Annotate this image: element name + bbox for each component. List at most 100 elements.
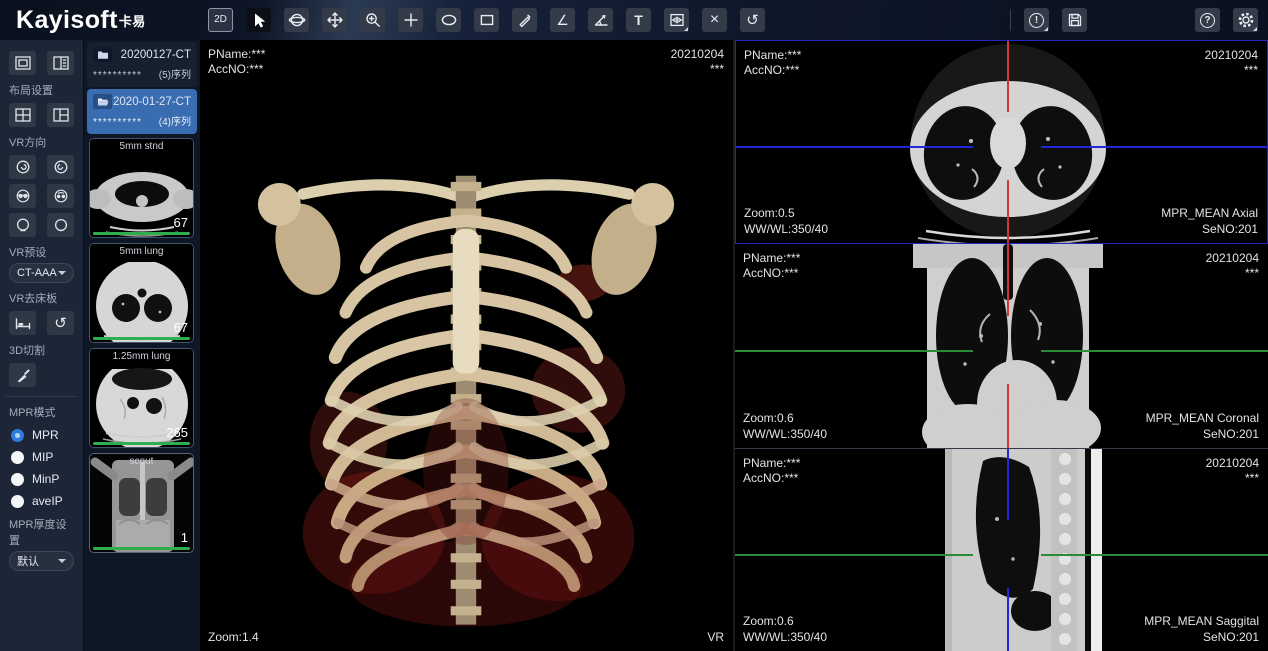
layout-report-icon — [52, 55, 70, 71]
rotate-3d-tool-button[interactable] — [284, 8, 309, 32]
mpr-mode-option-mip[interactable]: MIP — [11, 450, 74, 464]
vr-viewport[interactable]: PName:*** AccNO:*** 20210204 *** Zoom:1.… — [200, 40, 733, 651]
vr-bed-label: VR去床板 — [9, 290, 74, 306]
cobb-angle-tool-button[interactable] — [588, 8, 613, 32]
overlay-patient-name: PName:*** — [743, 251, 800, 266]
overlay-window-level: WW/WL:350/40 — [743, 630, 827, 645]
study-item-selected[interactable]: 2020-01-27-CT ********** (4)序列 — [87, 89, 197, 134]
angle-icon: ∠ — [556, 13, 569, 27]
bed-icon — [14, 315, 32, 332]
mpr-mode-option-minp[interactable]: MinP — [11, 472, 74, 486]
remove-bed-button[interactable] — [9, 311, 36, 335]
crosshair-v-line[interactable] — [1007, 384, 1009, 448]
crosshair-h-line[interactable] — [1041, 350, 1268, 352]
angle-tool-button[interactable]: ∠ — [550, 8, 575, 32]
mpr-mode-option-mpr[interactable]: MPR — [11, 428, 74, 442]
rectangle-tool-icon — [478, 11, 496, 29]
vr-direction-label: VR方向 — [9, 134, 74, 150]
pan-tool-button[interactable] — [322, 8, 347, 32]
chevron-down-icon — [58, 271, 66, 275]
series-panel: 20200127-CT ********** (5)序列 2020-01-27-… — [83, 40, 200, 651]
overlay-zoom: Zoom:0.6 — [743, 411, 794, 426]
scalpel-button[interactable] — [9, 363, 36, 387]
layout-split-button[interactable] — [47, 103, 74, 127]
mpr-coronal-viewport[interactable]: PName:*** AccNO:*** 20210204 *** Zoom:0.… — [735, 244, 1268, 449]
crosshair-v-line[interactable] — [1007, 180, 1009, 243]
series-info-button[interactable]: ! — [1024, 8, 1049, 32]
overlay-study-date: 20210204 — [1205, 48, 1258, 63]
layout-report-button[interactable] — [47, 51, 74, 75]
study-item[interactable]: 20200127-CT ********** (5)序列 — [87, 42, 197, 87]
crosshair-v-line[interactable] — [1007, 41, 1009, 112]
mpr-sagittal-viewport[interactable]: PName:*** AccNO:*** 20210204 *** Zoom:0.… — [735, 449, 1268, 651]
layout-single-icon — [14, 55, 32, 71]
layout-single-button[interactable] — [9, 51, 36, 75]
crosshair-h-line[interactable] — [735, 554, 973, 556]
series-thumbnail-5mm-lung[interactable]: 5mm lung 67 — [89, 243, 194, 343]
study-patient-masked: ********** — [93, 70, 142, 81]
thumbnail-label: 5mm lung — [90, 246, 193, 257]
crosshair-v-line[interactable] — [1007, 588, 1009, 651]
mpr-thickness-select[interactable]: 默认 — [9, 551, 74, 571]
vr-head-right-button[interactable] — [47, 155, 74, 179]
radio-icon — [11, 451, 24, 464]
gear-icon — [1237, 11, 1255, 29]
crosshair-h-line[interactable] — [1041, 146, 1267, 148]
head-back-icon — [52, 188, 70, 205]
radio-label: aveIP — [32, 494, 63, 508]
series-thumbnail-125mm-lung[interactable]: 1.25mm lung 265 — [89, 348, 194, 448]
measure-line-tool-button[interactable] — [512, 8, 537, 32]
save-icon — [1066, 11, 1084, 29]
overlay-masked: *** — [1245, 471, 1259, 486]
delete-annotation-button[interactable]: × — [702, 8, 727, 32]
mpr-axial-viewport[interactable]: PName:*** AccNO:*** 20210204 *** Zoom:0.… — [735, 40, 1268, 244]
help-button[interactable]: ? — [1195, 8, 1220, 32]
vr-head-bottom-button[interactable] — [47, 213, 74, 237]
info-icon: ! — [1029, 13, 1044, 28]
overlay-series-number: SeNO:201 — [1203, 630, 1259, 645]
crosshair-v-line[interactable] — [1007, 449, 1009, 520]
bed-reset-button[interactable]: ↺ — [47, 311, 74, 335]
vr-head-back-button[interactable] — [47, 184, 74, 208]
folder-open-icon — [93, 94, 112, 109]
radio-label: MPR — [32, 428, 59, 442]
thumbnail-progress-bar — [93, 337, 190, 340]
window-level-tool-button[interactable] — [664, 8, 689, 32]
vr-preset-label: VR预设 — [9, 244, 74, 260]
crosshair-h-line[interactable] — [736, 146, 973, 148]
overlay-masked: *** — [710, 62, 724, 77]
zoom-tool-button[interactable] — [360, 8, 385, 32]
cobb-angle-icon — [592, 11, 610, 29]
thumbnail-image — [90, 454, 194, 553]
reset-icon: ↺ — [54, 316, 67, 331]
save-button[interactable] — [1062, 8, 1087, 32]
mpr-mode-option-aveip[interactable]: aveIP — [11, 494, 74, 508]
overlay-patient-name: PName:*** — [208, 47, 265, 62]
rectangle-tool-button[interactable] — [474, 8, 499, 32]
vr-head-top-button[interactable] — [9, 213, 36, 237]
crosshair-tool-button[interactable] — [398, 8, 423, 32]
text-tool-icon: T — [634, 13, 643, 27]
vr-head-front-button[interactable] — [9, 184, 36, 208]
crosshair-h-line[interactable] — [735, 350, 973, 352]
layout-section-label: 布局设置 — [9, 82, 74, 98]
vr-head-left-button[interactable] — [9, 155, 36, 179]
thumbnail-image-count: 67 — [174, 320, 188, 335]
text-tool-button[interactable]: T — [626, 8, 651, 32]
2d-mode-button[interactable]: 2D — [208, 8, 233, 32]
vr-preset-select[interactable]: CT-AAA — [9, 263, 74, 283]
reset-view-button[interactable]: ↺ — [740, 8, 765, 32]
ellipse-tool-button[interactable] — [436, 8, 461, 32]
study-title: 20200127-CT — [121, 49, 191, 61]
layout-grid-button[interactable] — [9, 103, 36, 127]
settings-button[interactable] — [1233, 8, 1258, 32]
thumbnail-label: 1.25mm lung — [90, 351, 193, 362]
pacs-viewer-window: Kayisoft卡易 2D — [0, 0, 1268, 651]
series-thumbnail-5mm-stnd[interactable]: 5mm stnd 67 — [89, 138, 194, 238]
app-logo-text: Kayisoft — [16, 6, 118, 34]
crosshair-h-line[interactable] — [1041, 554, 1268, 556]
pointer-tool-button[interactable] — [246, 8, 271, 32]
crosshair-v-line[interactable] — [1007, 244, 1009, 316]
series-thumbnail-scout[interactable]: scout 1 — [89, 453, 194, 553]
viewport-divider — [733, 40, 735, 651]
